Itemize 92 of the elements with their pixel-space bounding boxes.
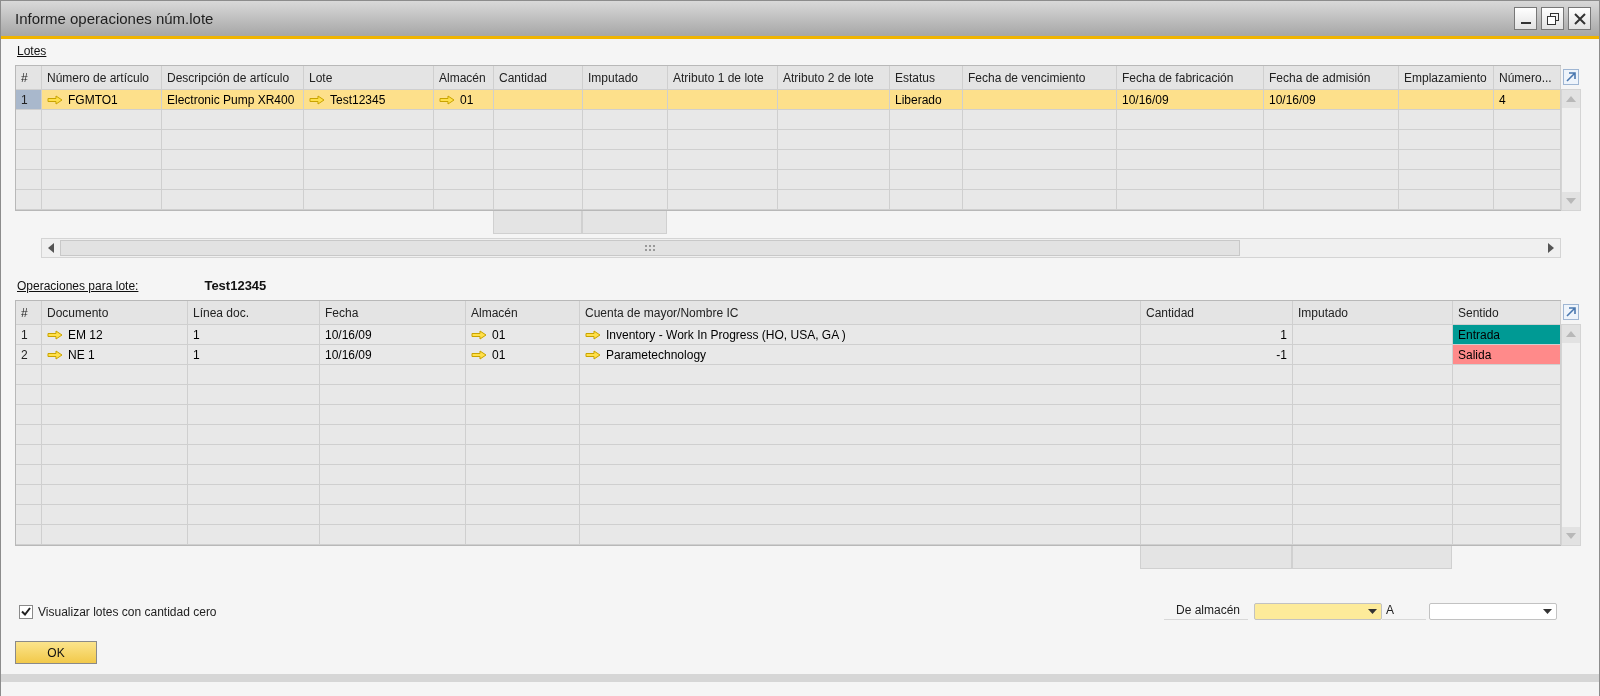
column-header[interactable]: # [16, 66, 42, 89]
column-header[interactable]: Cantidad [494, 66, 583, 89]
column-header[interactable]: Imputado [1293, 301, 1453, 324]
left-arrow-icon[interactable] [48, 243, 54, 253]
cell-text: 01 [460, 92, 474, 107]
checkbox-label[interactable]: Visualizar lotes con cantidad cero [38, 604, 217, 619]
column-header[interactable]: Atributo 1 de lote [668, 66, 778, 89]
up-arrow-icon[interactable] [1566, 96, 1576, 102]
table-cell: 10/16/09 [320, 345, 466, 364]
column-header[interactable]: # [16, 301, 42, 324]
minimize-button[interactable] [1514, 7, 1537, 30]
restore-icon [1546, 12, 1559, 25]
vertical-scrollbar[interactable] [1561, 324, 1581, 546]
cell-text: Inventory - Work In Progress (HO, USA, GA ) [606, 327, 846, 342]
cell-text: 01 [492, 327, 506, 342]
row-number: 1 [16, 325, 42, 344]
table-cell: Salida [1453, 345, 1561, 364]
table-cell: 10/16/09 [320, 325, 466, 344]
table-cell: 1 [188, 345, 320, 364]
link-arrow-icon[interactable] [309, 94, 325, 105]
link-arrow-icon[interactable] [47, 349, 63, 360]
column-header[interactable]: Sentido [1453, 301, 1561, 324]
link-arrow-icon[interactable] [585, 329, 601, 340]
down-arrow-icon[interactable] [1566, 533, 1576, 539]
dropdown-field[interactable] [1429, 603, 1557, 620]
table-cell: 10/16/09 [1117, 90, 1264, 109]
field-label: A [1382, 603, 1426, 620]
link-arrow-icon[interactable] [471, 329, 487, 340]
column-header[interactable]: Estatus [890, 66, 963, 89]
link-arrow-icon[interactable] [439, 94, 455, 105]
vertical-scrollbar[interactable] [1561, 89, 1581, 211]
section-label: Lotes [17, 44, 47, 58]
table-cell: Electronic Pump XR400 [162, 90, 304, 109]
row-number: 1 [16, 90, 42, 109]
row-number: 2 [16, 345, 42, 364]
cell-text: NE 1 [68, 347, 95, 362]
table-cell: 10/16/09 [1264, 90, 1399, 109]
minimize-icon [1520, 21, 1531, 24]
cell-text: EM 12 [68, 327, 103, 342]
horizontal-scrollbar[interactable] [41, 238, 1561, 258]
restore-button[interactable] [1541, 7, 1564, 30]
column-header[interactable]: Fecha de fabricación [1117, 66, 1264, 89]
scroll-thumb[interactable] [60, 240, 1240, 256]
up-arrow-icon[interactable] [1566, 331, 1576, 337]
grip-icon [645, 245, 655, 251]
cell-text: 01 [492, 347, 506, 362]
table-cell: 1 [188, 325, 320, 344]
table-cell: -1 [1141, 345, 1293, 364]
column-header[interactable]: Almacén [466, 301, 580, 324]
section-label: Operaciones para lote: [17, 278, 139, 293]
link-arrow-icon[interactable] [471, 349, 487, 360]
expand-icon[interactable] [1563, 69, 1579, 85]
column-header[interactable]: Fecha [320, 301, 466, 324]
column-header[interactable]: Cantidad [1141, 301, 1293, 324]
column-header[interactable]: Emplazamiento [1399, 66, 1494, 89]
table-cell: 1 [1141, 325, 1293, 344]
column-header[interactable]: Fecha de admisión [1264, 66, 1399, 89]
column-header[interactable]: Fecha de vencimiento [963, 66, 1117, 89]
column-header[interactable]: Línea doc. [188, 301, 320, 324]
window-title: Informe operaciones núm.lote [15, 10, 214, 27]
table-row[interactable]: 1 EM 12 1 10/16/09 01 Inventory - Work In Progress (HO, USA, GA ) 1 Entrada [16, 325, 1561, 345]
cell-text: Test12345 [330, 92, 386, 107]
column-header[interactable]: Lote [304, 66, 434, 89]
dropdown-field[interactable] [1254, 603, 1382, 620]
right-arrow-icon[interactable] [1548, 243, 1554, 253]
close-icon [1573, 12, 1586, 25]
field-label: De almacén [1164, 603, 1248, 620]
expand-icon[interactable] [1563, 304, 1579, 320]
checkbox[interactable] [19, 604, 33, 619]
table-row[interactable]: 1 FGMTO1 Electronic Pump XR400 Test12345 01 Liberado 10/16/09 10/16/09 4 [16, 90, 1561, 110]
column-header[interactable]: Cuenta de mayor/Nombre IC [580, 301, 1141, 324]
ok-button[interactable]: OK [15, 641, 97, 664]
link-arrow-icon[interactable] [47, 329, 63, 340]
column-header[interactable]: Documento [42, 301, 188, 324]
table-cell: Entrada [1453, 325, 1561, 344]
table-row[interactable]: 2 NE 1 1 10/16/09 01 Parametechnology -1 Salida [16, 345, 1561, 365]
table-cell: Liberado [890, 90, 963, 109]
column-header[interactable]: Número... [1494, 66, 1561, 89]
column-header[interactable]: Descripción de artículo [162, 66, 304, 89]
cell-text: Parametechnology [606, 347, 707, 362]
dropdown-arrow-icon [1368, 609, 1377, 614]
column-header[interactable]: Número de artículo [42, 66, 162, 89]
down-arrow-icon[interactable] [1566, 198, 1576, 204]
column-header[interactable]: Imputado [583, 66, 668, 89]
cell-text: FGMTO1 [68, 92, 118, 107]
lot-number: Test12345 [204, 278, 267, 293]
link-arrow-icon[interactable] [47, 94, 63, 105]
column-header[interactable]: Almacén [434, 66, 494, 89]
dropdown-arrow-icon [1543, 609, 1552, 614]
column-header[interactable]: Atributo 2 de lote [778, 66, 890, 89]
close-button[interactable] [1568, 7, 1591, 30]
link-arrow-icon[interactable] [585, 349, 601, 360]
